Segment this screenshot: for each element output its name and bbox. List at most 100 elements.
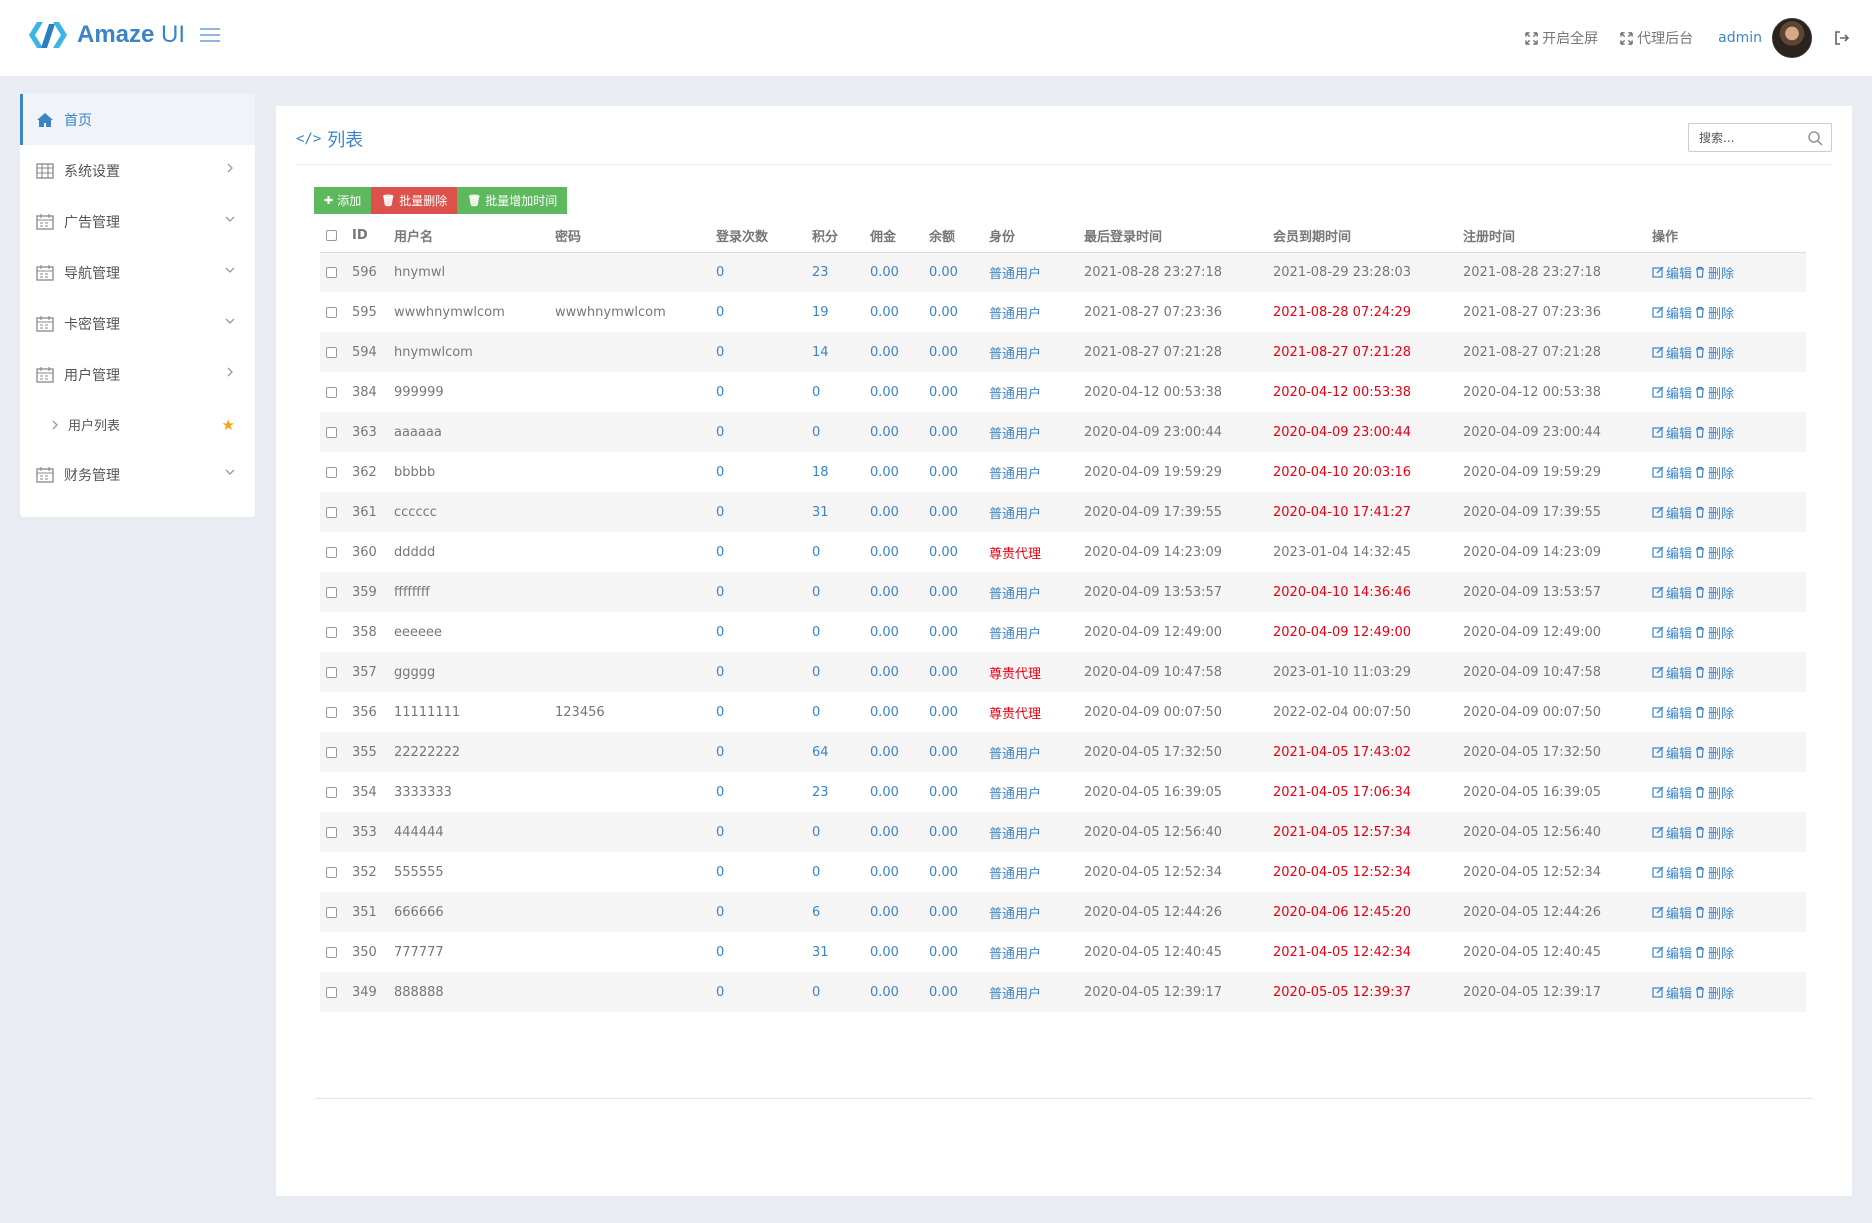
delete-button[interactable]: 删除 xyxy=(1694,263,1734,282)
select-all-checkbox[interactable] xyxy=(326,229,337,241)
edit-button[interactable]: 编辑 xyxy=(1652,263,1692,282)
sidebar-item-1[interactable]: 系统设置 xyxy=(20,145,255,196)
col-role[interactable]: 身份 xyxy=(989,219,1084,253)
col-last-login[interactable]: 最后登录时间 xyxy=(1084,219,1273,253)
row-checkbox[interactable] xyxy=(326,746,337,758)
sidebar-item-4[interactable]: 卡密管理 xyxy=(20,298,255,349)
sidebar-item-2[interactable]: 广告管理 xyxy=(20,196,255,247)
edit-button[interactable]: 编辑 xyxy=(1652,623,1692,642)
col-register[interactable]: 注册时间 xyxy=(1463,219,1652,253)
chevron-down-icon xyxy=(225,267,235,273)
col-logins[interactable]: 登录次数 xyxy=(716,219,812,253)
delete-button[interactable]: 删除 xyxy=(1694,303,1734,322)
row-checkbox[interactable] xyxy=(326,386,337,398)
row-checkbox[interactable] xyxy=(326,986,337,998)
edit-button[interactable]: 编辑 xyxy=(1652,503,1692,522)
row-checkbox[interactable] xyxy=(326,706,337,718)
edit-button[interactable]: 编辑 xyxy=(1652,383,1692,402)
delete-label: 删除 xyxy=(1708,866,1735,882)
cell-expire: 2020-04-10 20:03:16 xyxy=(1273,464,1412,480)
col-expire[interactable]: 会员到期时间 xyxy=(1273,219,1463,253)
edit-button[interactable]: 编辑 xyxy=(1652,823,1692,842)
cell-id: 363 xyxy=(352,412,394,452)
delete-button[interactable]: 删除 xyxy=(1694,543,1734,562)
row-checkbox[interactable] xyxy=(326,466,337,478)
batch-delete-button[interactable]: 🗑 批量删除 xyxy=(371,187,458,214)
row-checkbox[interactable] xyxy=(326,866,337,878)
row-checkbox[interactable] xyxy=(326,786,337,798)
edit-button[interactable]: 编辑 xyxy=(1652,703,1692,722)
avatar[interactable] xyxy=(1772,18,1812,58)
col-commission[interactable]: 佣金 xyxy=(870,219,929,253)
delete-button[interactable]: 删除 xyxy=(1694,463,1734,482)
edit-button[interactable]: 编辑 xyxy=(1652,543,1692,562)
cell-password xyxy=(555,652,716,692)
sidebar-subitem-user-list[interactable]: 用户列表 ★ xyxy=(20,400,255,449)
batch-add-time-button[interactable]: 🗑 批量增加时间 xyxy=(457,187,568,214)
edit-button[interactable]: 编辑 xyxy=(1652,903,1692,922)
logout-icon[interactable] xyxy=(1834,30,1850,46)
row-checkbox[interactable] xyxy=(326,266,337,278)
panel-title: </> 列表 xyxy=(296,126,363,152)
delete-button[interactable]: 删除 xyxy=(1694,503,1734,522)
edit-button[interactable]: 编辑 xyxy=(1652,743,1692,762)
delete-button[interactable]: 删除 xyxy=(1694,423,1734,442)
delete-button[interactable]: 删除 xyxy=(1694,663,1734,682)
row-checkbox[interactable] xyxy=(326,906,337,918)
delete-button[interactable]: 删除 xyxy=(1694,903,1734,922)
user-name[interactable]: admin xyxy=(1718,30,1762,46)
edit-button[interactable]: 编辑 xyxy=(1652,983,1692,1002)
edit-button[interactable]: 编辑 xyxy=(1652,303,1692,322)
col-balance[interactable]: 余额 xyxy=(929,219,989,253)
sidebar-item-5[interactable]: 用户管理 xyxy=(20,349,255,400)
delete-button[interactable]: 删除 xyxy=(1694,703,1734,722)
edit-button[interactable]: 编辑 xyxy=(1652,463,1692,482)
row-checkbox[interactable] xyxy=(326,666,337,678)
delete-button[interactable]: 删除 xyxy=(1694,583,1734,602)
search-icon[interactable] xyxy=(1807,130,1823,146)
row-checkbox[interactable] xyxy=(326,946,337,958)
fullscreen-button[interactable]: 开启全屏 xyxy=(1525,28,1598,48)
edit-icon xyxy=(1652,426,1664,438)
menu-toggle-icon[interactable] xyxy=(200,28,220,44)
sidebar-item-7[interactable]: 财务管理 xyxy=(20,449,255,500)
edit-button[interactable]: 编辑 xyxy=(1652,783,1692,802)
delete-button[interactable]: 删除 xyxy=(1694,623,1734,642)
delete-button[interactable]: 删除 xyxy=(1694,383,1734,402)
col-username[interactable]: 用户名 xyxy=(394,219,555,253)
cell-last-login: 2020-04-05 12:39:17 xyxy=(1084,972,1273,1012)
edit-button[interactable]: 编辑 xyxy=(1652,343,1692,362)
sidebar-item-3[interactable]: 导航管理 xyxy=(20,247,255,298)
delete-button[interactable]: 删除 xyxy=(1694,823,1734,842)
delete-button[interactable]: 删除 xyxy=(1694,783,1734,802)
edit-button[interactable]: 编辑 xyxy=(1652,863,1692,882)
row-checkbox[interactable] xyxy=(326,546,337,558)
col-points[interactable]: 积分 xyxy=(812,219,870,253)
brand-logo[interactable]: Amaze UI xyxy=(27,20,185,50)
row-checkbox[interactable] xyxy=(326,426,337,438)
add-button[interactable]: ✚ 添加 xyxy=(314,187,372,214)
row-checkbox[interactable] xyxy=(326,506,337,518)
row-checkbox[interactable] xyxy=(326,826,337,838)
row-checkbox[interactable] xyxy=(326,586,337,598)
delete-button[interactable]: 删除 xyxy=(1694,343,1734,362)
row-checkbox[interactable] xyxy=(326,626,337,638)
edit-button[interactable]: 编辑 xyxy=(1652,943,1692,962)
delete-button[interactable]: 删除 xyxy=(1694,983,1734,1002)
delete-button[interactable]: 删除 xyxy=(1694,943,1734,962)
row-checkbox[interactable] xyxy=(326,306,337,318)
agent-backend-button[interactable]: 代理后台 xyxy=(1620,28,1693,48)
edit-button[interactable]: 编辑 xyxy=(1652,423,1692,442)
delete-button[interactable]: 删除 xyxy=(1694,863,1734,882)
cell-last-login: 2020-04-05 12:40:45 xyxy=(1084,944,1223,960)
cell-username: 999999 xyxy=(394,384,444,400)
expand-icon xyxy=(1620,31,1633,45)
search-input[interactable] xyxy=(1689,130,1799,145)
edit-button[interactable]: 编辑 xyxy=(1652,663,1692,682)
edit-button[interactable]: 编辑 xyxy=(1652,583,1692,602)
col-id[interactable]: ID xyxy=(352,219,394,253)
col-password[interactable]: 密码 xyxy=(555,219,716,253)
delete-button[interactable]: 删除 xyxy=(1694,743,1734,762)
sidebar-item-0[interactable]: 首页 xyxy=(20,94,255,145)
row-checkbox[interactable] xyxy=(326,346,337,358)
